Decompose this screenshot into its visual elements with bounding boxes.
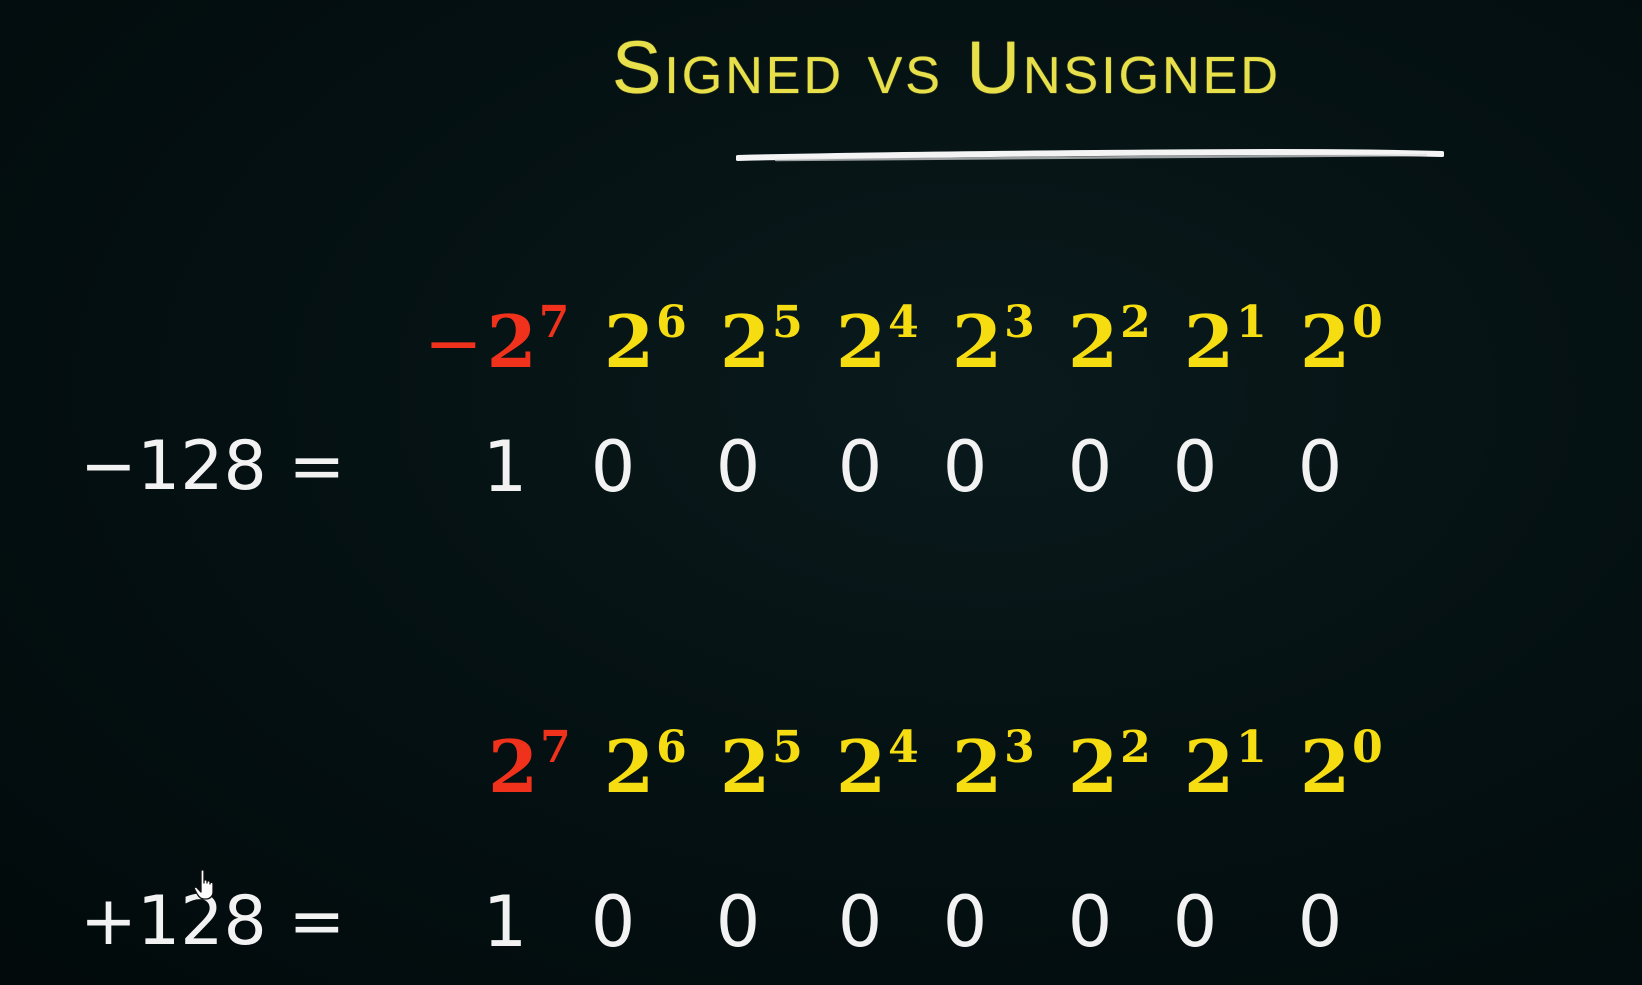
hand-pointer-icon (193, 869, 214, 900)
power-exponent: 1 (1236, 722, 1267, 773)
power-term-2-2: 22 (1068, 287, 1151, 397)
power-base: 2 (488, 724, 539, 809)
title-underline (736, 149, 1444, 162)
power-base: 2 (952, 724, 1003, 809)
power-exponent: 0 (1352, 722, 1383, 773)
power-term-2-4: 24 (836, 712, 919, 822)
bit-digit: 0 (715, 881, 761, 963)
bit-digit: 0 (1172, 426, 1218, 508)
bit-digit: 0 (590, 426, 636, 508)
power-term-2-5: 25 (720, 712, 803, 822)
power-term-2-7: 27 (488, 712, 571, 822)
power-exponent: 3 (1004, 297, 1035, 348)
power-term-2-1: 21 (1184, 712, 1267, 822)
power-base: 2 (604, 724, 655, 809)
power-term-2-5: 25 (720, 287, 803, 397)
negative-sign: − (424, 302, 483, 384)
power-term-2-2: 22 (1068, 712, 1151, 822)
power-term-2-0: 20 (1300, 712, 1383, 822)
power-base: 2 (604, 299, 655, 384)
power-term-2-6: 26 (604, 287, 687, 397)
bit-digit: 0 (590, 881, 636, 963)
power-base: 2 (1068, 299, 1119, 384)
bit-digit: 0 (1067, 426, 1113, 508)
power-exponent: 3 (1004, 722, 1035, 773)
power-exponent: 7 (538, 297, 570, 348)
power-term-2-7: −27 (424, 287, 569, 397)
power-base: 2 (1184, 299, 1235, 384)
power-term-2-4: 24 (836, 287, 919, 397)
bit-digit: 0 (837, 881, 883, 963)
power-exponent: 0 (1352, 297, 1383, 348)
bit-digit: 1 (482, 881, 528, 963)
power-exponent: 4 (888, 297, 919, 348)
power-base: 2 (1184, 724, 1235, 809)
bit-digit: 0 (1172, 881, 1218, 963)
power-exponent: 5 (772, 722, 803, 773)
power-term-2-3: 23 (952, 712, 1035, 822)
power-exponent: 6 (656, 722, 687, 773)
power-exponent: 2 (1120, 297, 1151, 348)
power-term-2-6: 26 (604, 712, 687, 822)
power-exponent: 4 (888, 722, 919, 773)
power-base: 2 (836, 299, 887, 384)
bit-digit: 0 (715, 426, 761, 508)
power-term-2-1: 21 (1184, 287, 1267, 397)
bit-digit: 0 (1297, 881, 1343, 963)
bit-digit: 0 (1067, 881, 1113, 963)
power-exponent: 7 (540, 722, 571, 773)
bit-digit: 0 (942, 881, 988, 963)
power-base: 2 (720, 724, 771, 809)
power-exponent: 6 (656, 297, 687, 348)
power-base: 2 (1300, 724, 1351, 809)
power-exponent: 1 (1236, 297, 1267, 348)
bit-digit: 0 (942, 426, 988, 508)
power-base: 2 (1300, 299, 1351, 384)
bit-digit: 1 (482, 426, 528, 508)
power-base: 2 (1068, 724, 1119, 809)
bit-digit: 0 (1297, 426, 1343, 508)
signed-value-label: −128 = (80, 427, 346, 506)
bit-digit: 0 (837, 426, 883, 508)
power-term-2-3: 23 (952, 287, 1035, 397)
power-base: 2 (720, 299, 771, 384)
power-base: 2 (836, 724, 887, 809)
power-base: 2 (952, 299, 1003, 384)
power-term-2-0: 20 (1300, 287, 1383, 397)
power-exponent: 5 (772, 297, 803, 348)
slide-title: Signed vs Unsigned (612, 26, 1281, 109)
power-exponent: 2 (1120, 722, 1151, 773)
power-base: 2 (486, 299, 537, 384)
